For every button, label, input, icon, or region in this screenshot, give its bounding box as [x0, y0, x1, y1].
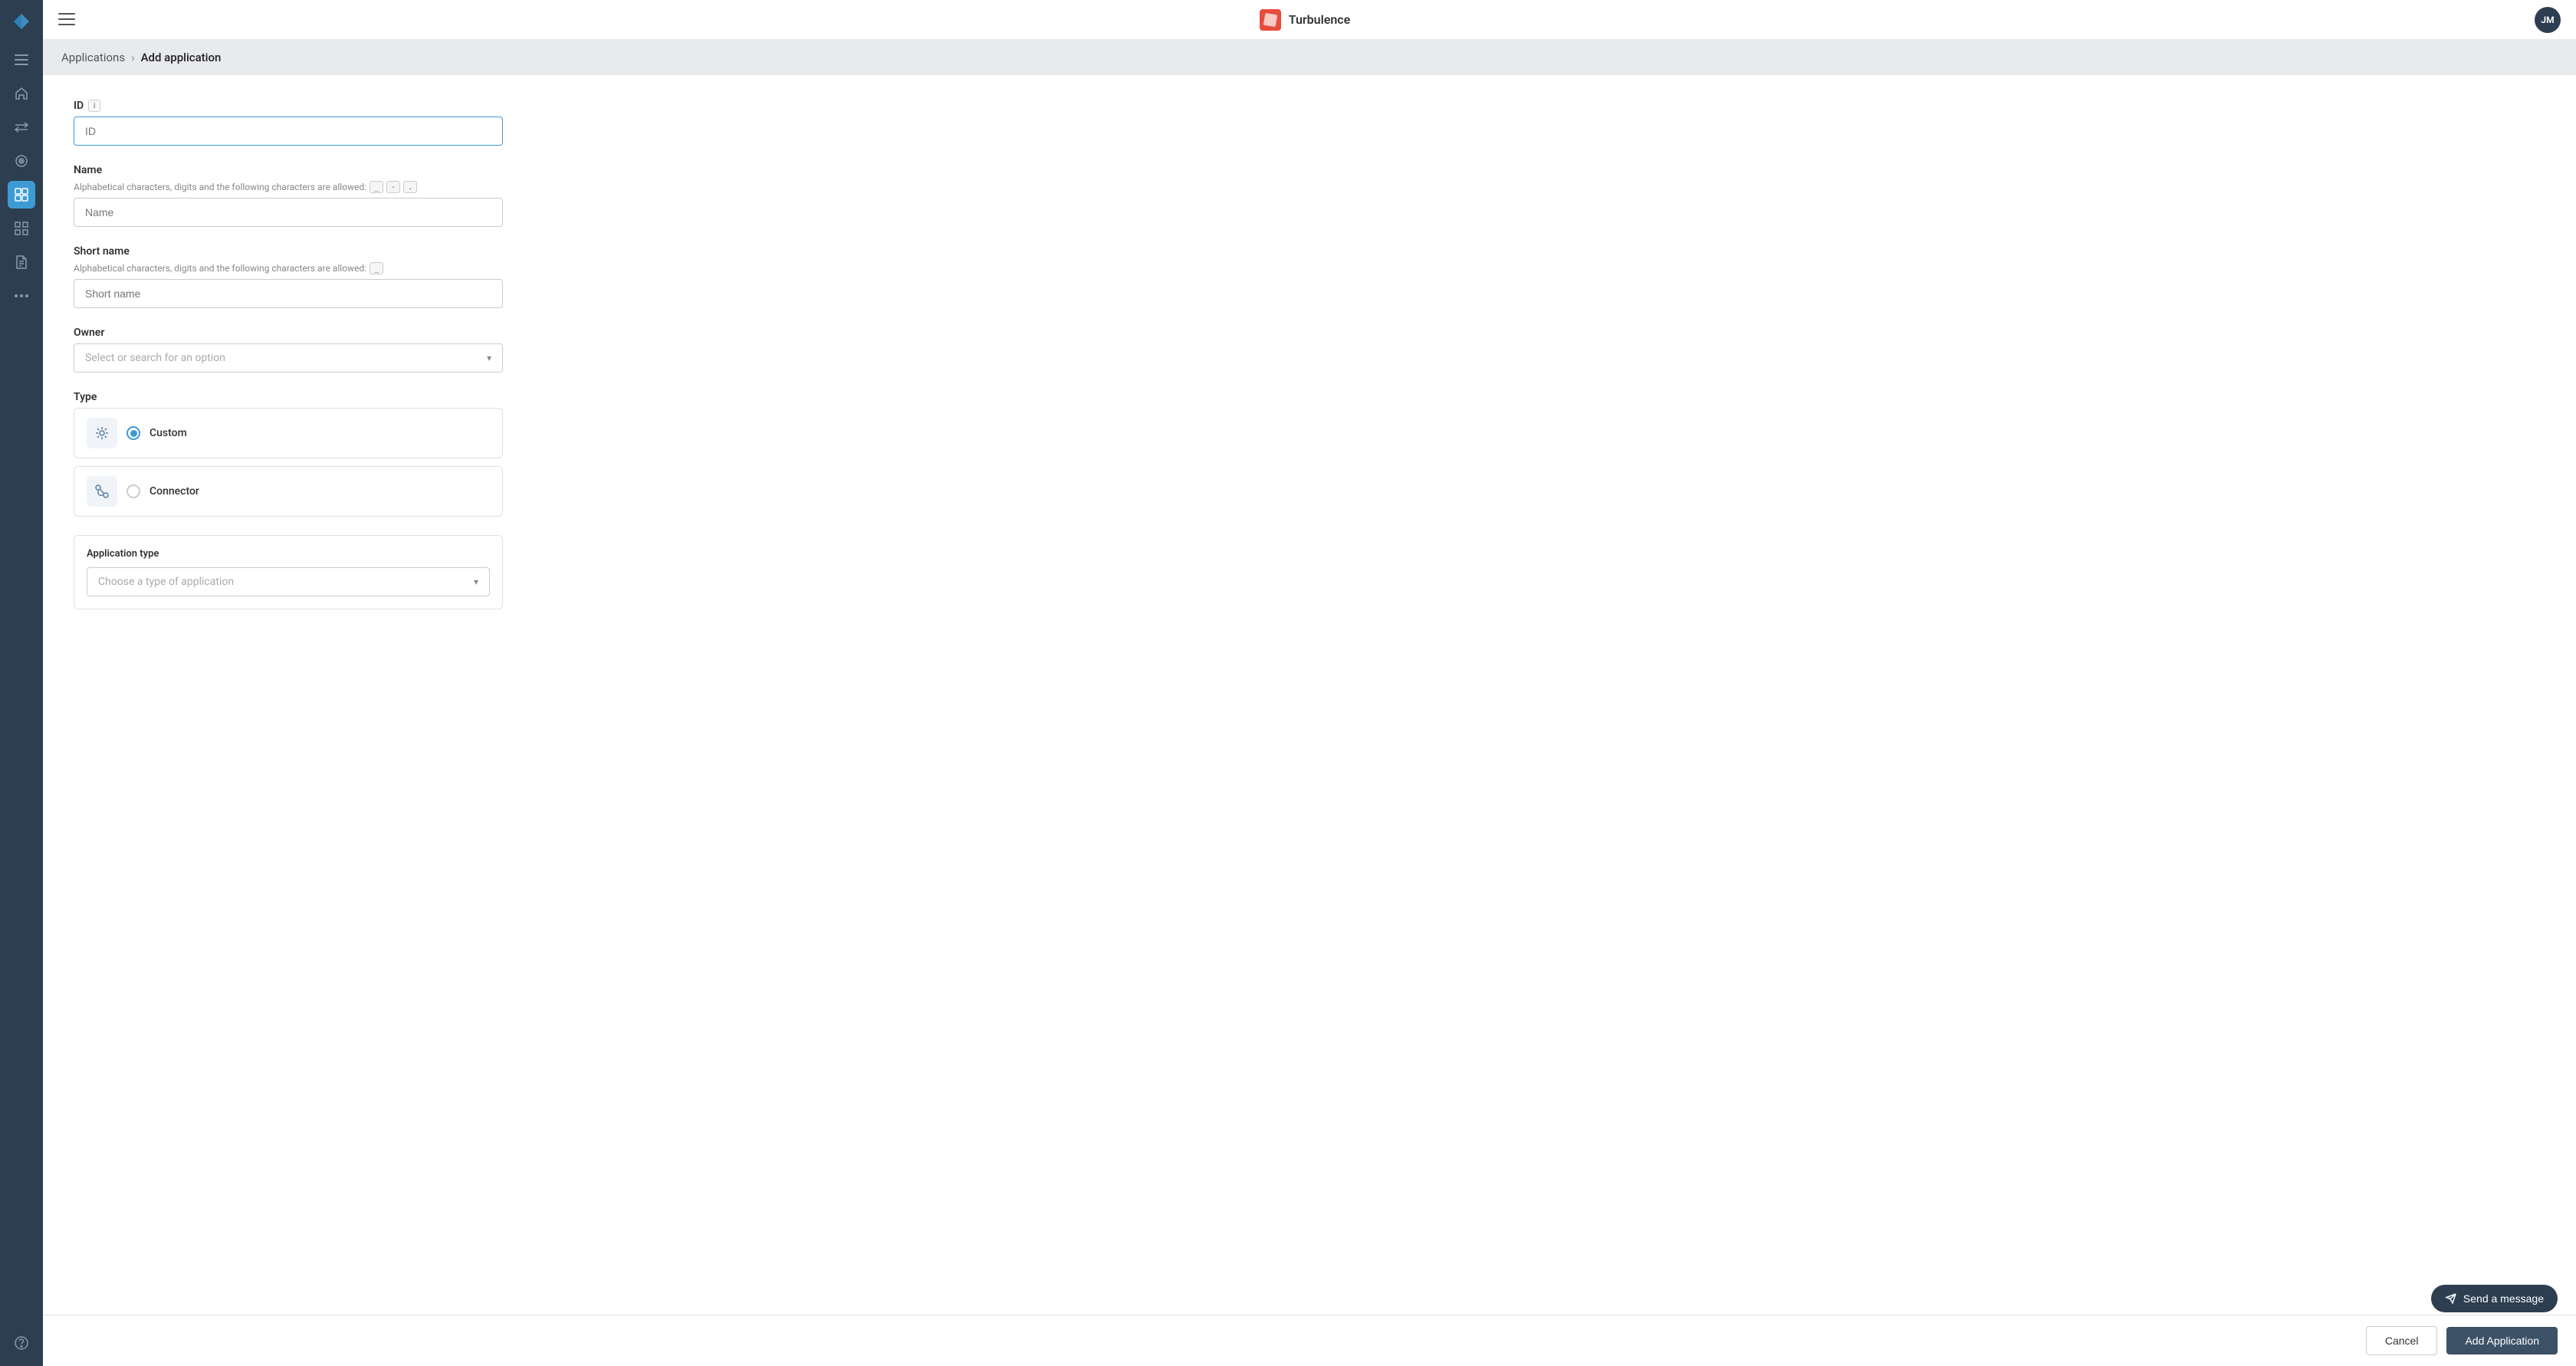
sidebar-item-help[interactable] — [8, 1329, 35, 1357]
name-allowed-char-3: . — [403, 181, 417, 193]
type-label: Type — [74, 391, 503, 403]
sidebar-item-more[interactable] — [8, 282, 35, 310]
name-input[interactable] — [74, 198, 503, 227]
id-input[interactable] — [74, 117, 503, 146]
name-hint: Alphabetical characters, digits and the … — [74, 181, 503, 193]
main-area: Turbulence JM Applications › Add applica… — [43, 0, 2576, 1366]
app-type-placeholder: Choose a type of application — [98, 576, 234, 588]
bottom-bar: Cancel Add Application — [43, 1315, 2576, 1366]
hamburger-menu[interactable] — [58, 11, 75, 29]
type-option-connector[interactable]: Connector — [74, 466, 503, 517]
sidebar-logo — [9, 9, 34, 34]
app-type-select[interactable]: Choose a type of application ▾ — [87, 567, 490, 596]
custom-type-label: Custom — [150, 427, 187, 439]
content-area: Applications › Add application ID i Na — [43, 40, 2576, 1366]
form-section: ID i Name Alphabetical characters, digit… — [74, 100, 503, 609]
id-label: ID i — [74, 100, 503, 112]
owner-placeholder: Select or search for an option — [85, 352, 225, 364]
breadcrumb-parent[interactable]: Applications — [61, 51, 125, 64]
sidebar-item-grid[interactable] — [8, 215, 35, 242]
name-allowed-char-2: - — [386, 181, 400, 193]
app-type-title: Application type — [87, 548, 490, 560]
sidebar — [0, 0, 43, 1366]
app-type-section: Application type Choose a type of applic… — [74, 535, 503, 609]
custom-radio[interactable] — [127, 426, 140, 440]
sidebar-item-menu[interactable] — [8, 46, 35, 74]
custom-type-icon — [87, 418, 117, 448]
name-label: Name — [74, 164, 503, 176]
user-avatar[interactable]: JM — [2535, 7, 2561, 33]
type-options: Custom — [74, 408, 503, 517]
topbar-center: Turbulence — [1260, 9, 1351, 31]
short-name-field-group: Short name Alphabetical characters, digi… — [74, 245, 503, 308]
form-container: ID i Name Alphabetical characters, digit… — [43, 75, 2576, 1361]
short-name-hint: Alphabetical characters, digits and the … — [74, 262, 503, 274]
sidebar-item-target[interactable] — [8, 147, 35, 175]
add-application-button[interactable]: Add Application — [2446, 1327, 2558, 1355]
owner-chevron-icon: ▾ — [487, 353, 491, 363]
short-name-allowed-char-1: _ — [370, 262, 383, 274]
connector-radio[interactable] — [127, 484, 140, 498]
topbar: Turbulence JM — [43, 0, 2576, 40]
sidebar-item-arrows[interactable] — [8, 113, 35, 141]
send-message-button[interactable]: Send a message — [2431, 1285, 2558, 1312]
sidebar-item-doc[interactable] — [8, 248, 35, 276]
name-allowed-char-1: _ — [370, 181, 383, 193]
id-info-icon[interactable]: i — [88, 100, 100, 112]
owner-field-group: Owner Select or search for an option ▾ — [74, 327, 503, 373]
type-field-group: Type Custom — [74, 391, 503, 517]
breadcrumb-separator: › — [131, 51, 135, 64]
app-title: Turbulence — [1289, 12, 1351, 27]
short-name-input[interactable] — [74, 279, 503, 308]
name-field-group: Name Alphabetical characters, digits and… — [74, 164, 503, 227]
type-option-custom[interactable]: Custom — [74, 408, 503, 458]
app-logo-icon — [1260, 9, 1281, 31]
owner-label: Owner — [74, 327, 503, 339]
owner-select[interactable]: Select or search for an option ▾ — [74, 343, 503, 373]
connector-type-label: Connector — [150, 485, 199, 497]
id-field-group: ID i — [74, 100, 503, 146]
cancel-button[interactable]: Cancel — [2366, 1326, 2438, 1355]
sidebar-item-apps[interactable] — [8, 181, 35, 209]
sidebar-item-home[interactable] — [8, 80, 35, 107]
app-type-chevron-icon: ▾ — [474, 576, 478, 587]
breadcrumb-current: Add application — [141, 51, 222, 64]
short-name-label: Short name — [74, 245, 503, 258]
breadcrumb: Applications › Add application — [43, 40, 2576, 75]
connector-type-icon — [87, 476, 117, 507]
